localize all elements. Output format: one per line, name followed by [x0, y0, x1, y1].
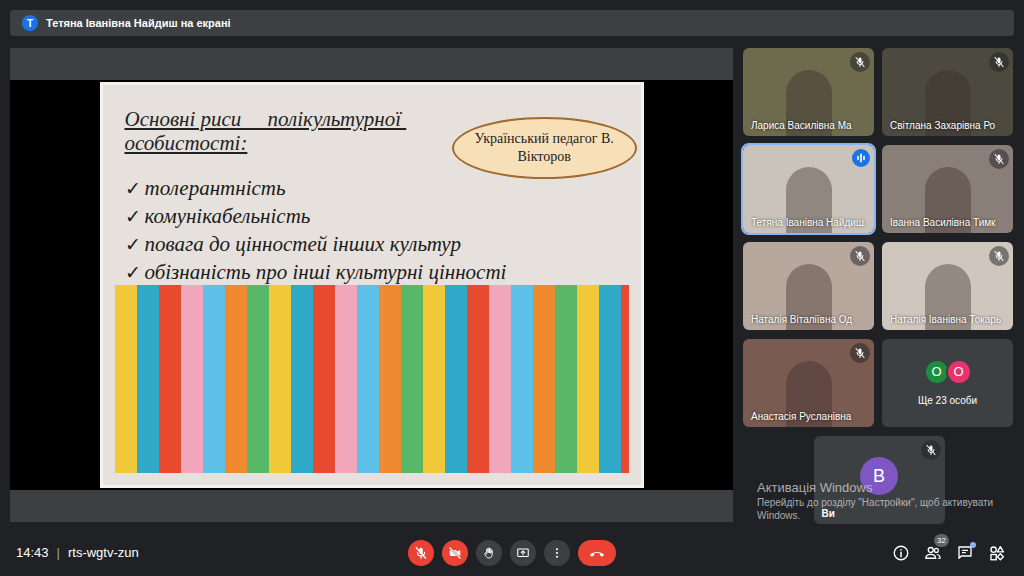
watermark-title: Активація Windows — [757, 480, 1019, 496]
participant-name: Анастасія Русланівна — [751, 410, 870, 423]
watermark-text: Перейдіть до розділу "Настройки", щоб ак… — [757, 496, 1019, 522]
camera-button-icon[interactable] — [442, 540, 468, 566]
trait-item: ✓толерантність — [125, 173, 641, 201]
participant-tile[interactable]: Наталія Віталіївна Од — [743, 242, 874, 330]
mic-off-icon — [850, 343, 870, 363]
author-text: Український педагог В. Вікторов — [472, 130, 617, 166]
leave-button-icon[interactable] — [578, 540, 616, 566]
info-icon[interactable] — [892, 544, 910, 562]
participant-tile[interactable]: Іванна Василівна Тимк — [882, 145, 1013, 233]
participant-tile[interactable]: Лариса Василівна Ма — [743, 48, 874, 136]
trait-item: ✓повага до цінностей інших культур — [125, 229, 641, 257]
mic-off-icon — [850, 246, 870, 266]
presenter-avatar: Т — [22, 15, 38, 31]
meeting-code: rts-wgtv-zun — [68, 543, 139, 563]
self-avatar: В — [860, 457, 898, 495]
slide: Основні риси полікультурної особистості:… — [100, 82, 644, 488]
people-count-badge: 32 — [934, 534, 949, 547]
mic-off-icon — [989, 149, 1009, 169]
mic-off-icon — [989, 52, 1009, 72]
participant-tile[interactable]: Наталія Іванівна Токарь — [882, 242, 1013, 330]
participant-name: Іванна Василівна Тимк — [890, 216, 1009, 229]
presentation-area: Основні риси полікультурної особистості:… — [10, 48, 733, 522]
participant-avatar: О — [946, 359, 972, 385]
participant-name: Наталія Віталіївна Од — [751, 313, 870, 326]
more-button-icon[interactable] — [544, 540, 570, 566]
participant-name: Тетяна Іванівна Найдиш — [751, 216, 870, 229]
mic-off-icon — [921, 440, 941, 460]
unread-dot — [970, 542, 976, 548]
more-label: Ще 23 особи — [918, 393, 977, 408]
slide-title: Основні риси полікультурної особистості: — [125, 107, 452, 179]
check-mark: ✓ — [125, 259, 141, 288]
check-mark: ✓ — [125, 203, 141, 232]
participant-name: Наталія Іванівна Токарь — [890, 313, 1009, 326]
meeting-time: 14:43 — [16, 543, 49, 563]
participant-name: Лариса Василівна Ма — [751, 119, 870, 132]
separator: | — [57, 543, 60, 563]
trait-item: ✓обізнаність про інші культурні цінності — [125, 257, 641, 285]
presenting-bar: Т Тетяна Іванівна Найдиш на екрані — [10, 10, 1014, 36]
trait-text: обізнаність про інші культурні цінності — [145, 257, 507, 289]
author-oval: Український педагог В. Вікторов — [452, 117, 637, 179]
mic-off-icon — [850, 52, 870, 72]
check-mark: ✓ — [125, 231, 141, 260]
hand-button-icon[interactable] — [476, 540, 502, 566]
mic-off-icon — [989, 246, 1009, 266]
presenting-title: Тетяна Іванівна Найдиш на екрані — [46, 15, 231, 32]
more-participants-tile[interactable]: ООЩе 23 особи — [882, 339, 1013, 427]
speaking-icon — [852, 149, 870, 167]
people-button[interactable]: 32 — [924, 544, 942, 562]
self-name: Ви — [822, 506, 835, 521]
trait-item: ✓комунікабельність — [125, 201, 641, 229]
check-mark: ✓ — [125, 175, 141, 204]
activities-icon[interactable] — [988, 544, 1006, 562]
windows-watermark: Активація WindowsПерейдіть до розділу "Н… — [757, 480, 1019, 522]
present-button-icon[interactable] — [510, 540, 536, 566]
traits-list: ✓толерантність✓комунікабельність✓повага … — [103, 173, 641, 285]
self-tile[interactable]: В Ви — [814, 436, 945, 524]
participant-tile[interactable]: Світлана Захарівна Ро — [882, 48, 1013, 136]
trait-text: толерантність — [145, 173, 286, 205]
hands-picture — [115, 285, 629, 473]
participant-tile[interactable]: Тетяна Іванівна Найдиш — [743, 145, 874, 233]
trait-text: повага до цінностей інших культур — [145, 229, 461, 261]
participant-name: Світлана Захарівна Ро — [890, 119, 1009, 132]
trait-text: комунікабельність — [145, 201, 311, 233]
participant-tile[interactable]: Анастасія Русланівна — [743, 339, 874, 427]
chat-button[interactable] — [956, 544, 974, 562]
mic-button-icon[interactable] — [408, 540, 434, 566]
